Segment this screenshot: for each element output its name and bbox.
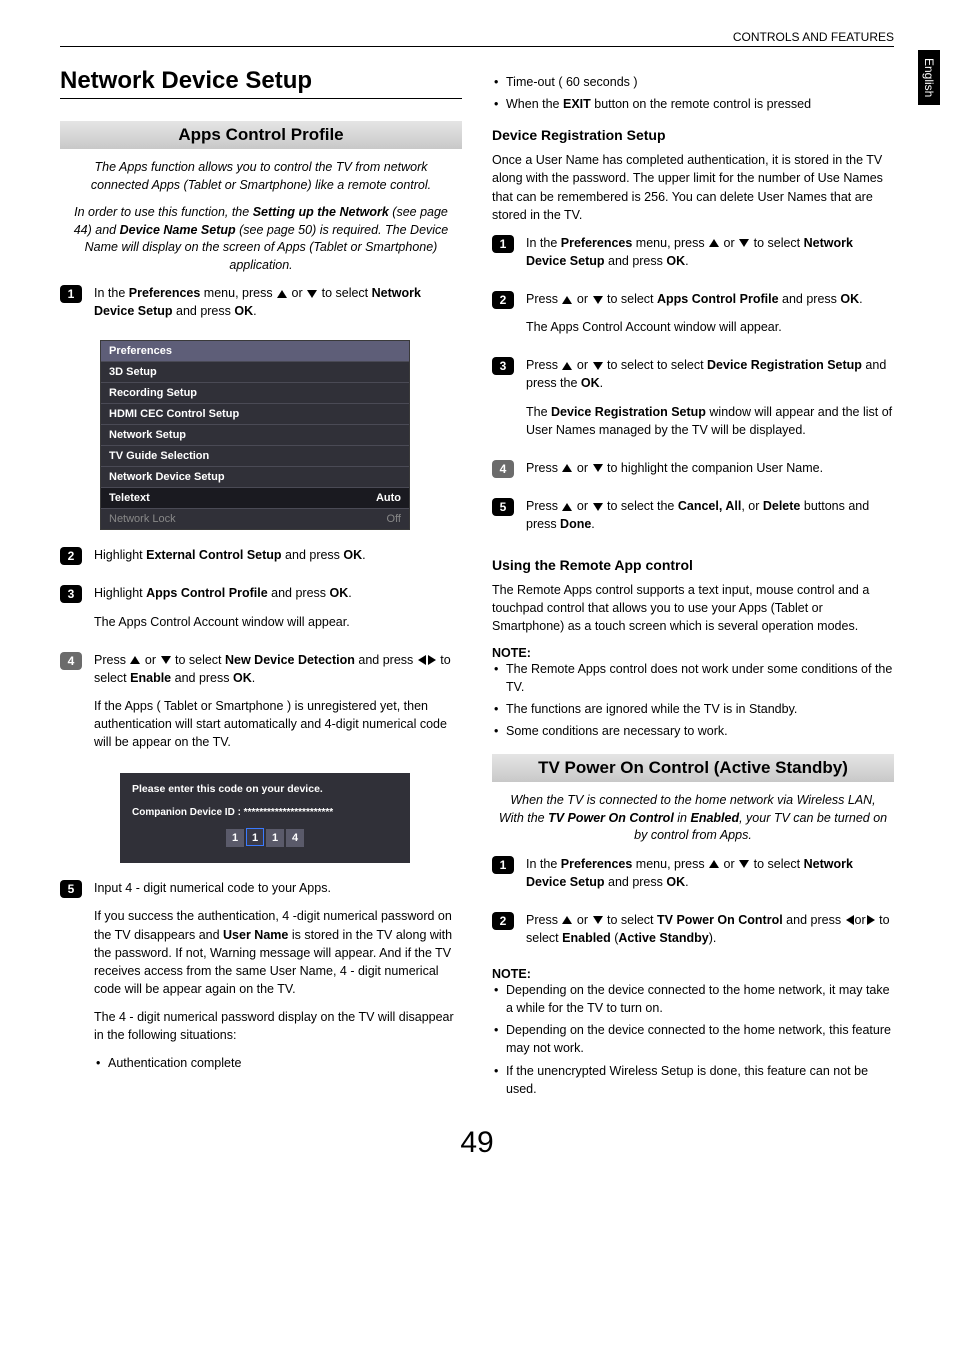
step-3: 3 Highlight Apps Control Profile and pre… [60, 584, 462, 640]
remote-app-text: The Remote Apps control supports a text … [492, 581, 894, 635]
menu-header: Preferences [101, 341, 409, 361]
code-prompt: Please enter this code on your device. [132, 783, 398, 795]
menu-row: HDMI CEC Control Setup [101, 403, 409, 424]
code-entry-mock: Please enter this code on your device. C… [120, 773, 410, 863]
bullet-item: If the unencrypted Wireless Setup is don… [494, 1062, 894, 1098]
intro-text-2: In order to use this function, the Setti… [60, 204, 462, 274]
bullet-item: Time-out ( 60 seconds ) [494, 73, 894, 91]
intro-text-1: The Apps function allows you to control … [60, 159, 462, 194]
step-badge-4: 4 [60, 652, 82, 670]
drs-step-3: 3 Press or to select to select Device Re… [492, 356, 894, 449]
down-arrow-icon [593, 916, 603, 924]
menu-row: TV Guide Selection [101, 445, 409, 466]
menu-row-disabled: Network LockOff [101, 508, 409, 529]
step-2: 2 Highlight External Control Setup and p… [60, 546, 462, 574]
right-column: Time-out ( 60 seconds ) When the EXIT bu… [492, 67, 894, 1108]
bullet-item: Some conditions are necessary to work. [494, 722, 894, 740]
two-column-layout: Network Device Setup Apps Control Profil… [60, 67, 894, 1108]
up-arrow-icon [562, 464, 572, 472]
up-arrow-icon [562, 296, 572, 304]
menu-row: TeletextAuto [101, 487, 409, 508]
bullet-item: Depending on the device connected to the… [494, 981, 894, 1017]
drs-intro: Once a User Name has completed authentic… [492, 151, 894, 224]
up-arrow-icon [562, 362, 572, 370]
up-arrow-icon [562, 916, 572, 924]
step-badge-3: 3 [492, 357, 514, 375]
left-column: Network Device Setup Apps Control Profil… [60, 67, 462, 1108]
code-digit: 4 [286, 829, 304, 847]
bullet-item: Depending on the device connected to the… [494, 1021, 894, 1057]
up-arrow-icon [562, 503, 572, 511]
code-digit: 1 [226, 829, 244, 847]
drs-step-5: 5 Press or to select the Cancel, All, or… [492, 497, 894, 543]
page-title: Network Device Setup [60, 67, 462, 99]
bullet-item: The Remote Apps control does not work un… [494, 660, 894, 696]
right-arrow-icon [867, 915, 875, 925]
step-1: 1 In the Preferences menu, press or to s… [60, 284, 462, 330]
step-badge-4: 4 [492, 460, 514, 478]
header-section: CONTROLS AND FEATURES [60, 30, 894, 47]
right-arrow-icon [428, 655, 436, 665]
bullet-item: Authentication complete [96, 1054, 462, 1072]
menu-row: Network Device Setup [101, 466, 409, 487]
down-arrow-icon [593, 362, 603, 370]
menu-row: Recording Setup [101, 382, 409, 403]
step-badge-2: 2 [492, 291, 514, 309]
drs-step-1: 1 In the Preferences menu, press or to s… [492, 234, 894, 280]
section-banner-apps-control: Apps Control Profile [60, 121, 462, 149]
power-intro: When the TV is connected to the home net… [492, 792, 894, 845]
up-arrow-icon [277, 290, 287, 298]
up-arrow-icon [709, 239, 719, 247]
menu-row: 3D Setup [101, 361, 409, 382]
step-badge-3: 3 [60, 585, 82, 603]
step-badge-2: 2 [60, 547, 82, 565]
power-step-2: 2 Press or to select TV Power On Control… [492, 911, 894, 957]
up-arrow-icon [130, 656, 140, 664]
device-id-line: Companion Device ID : ******************… [132, 807, 398, 818]
note-label: NOTE: [492, 967, 894, 981]
subheading-remote-app: Using the Remote App control [492, 557, 894, 573]
down-arrow-icon [739, 860, 749, 868]
down-arrow-icon [593, 503, 603, 511]
bullet-item: The functions are ignored while the TV i… [494, 700, 894, 718]
subheading-drs: Device Registration Setup [492, 127, 894, 143]
down-arrow-icon [593, 296, 603, 304]
step-badge-1: 1 [492, 856, 514, 874]
step-badge-2: 2 [492, 912, 514, 930]
code-digit-active: 1 [246, 828, 264, 846]
code-digit: 1 [266, 829, 284, 847]
left-arrow-icon [846, 915, 854, 925]
down-arrow-icon [307, 290, 317, 298]
power-step-1: 1 In the Preferences menu, press or to s… [492, 855, 894, 901]
down-arrow-icon [593, 464, 603, 472]
drs-step-4: 4 Press or to highlight the companion Us… [492, 459, 894, 487]
down-arrow-icon [161, 656, 171, 664]
down-arrow-icon [739, 239, 749, 247]
drs-step-2: 2 Press or to select Apps Control Profil… [492, 290, 894, 346]
up-arrow-icon [709, 860, 719, 868]
section-banner-power: TV Power On Control (Active Standby) [492, 754, 894, 782]
step-4: 4 Press or to select New Device Detectio… [60, 651, 462, 762]
step-5: 5 Input 4 - digit numerical code to your… [60, 879, 462, 1082]
page-number: 49 [60, 1126, 894, 1160]
step-badge-1: 1 [60, 285, 82, 303]
menu-row: Network Setup [101, 424, 409, 445]
preferences-menu-mock: Preferences 3D Setup Recording Setup HDM… [100, 340, 410, 530]
note-label: NOTE: [492, 646, 894, 660]
language-tab: English [918, 50, 940, 105]
step-badge-5: 5 [492, 498, 514, 516]
step-badge-5: 5 [60, 880, 82, 898]
code-digits: 1114 [132, 828, 398, 847]
page: CONTROLS AND FEATURES English Network De… [0, 0, 954, 1180]
bullet-item: When the EXIT button on the remote contr… [494, 95, 894, 113]
step-badge-1: 1 [492, 235, 514, 253]
left-arrow-icon [418, 655, 426, 665]
